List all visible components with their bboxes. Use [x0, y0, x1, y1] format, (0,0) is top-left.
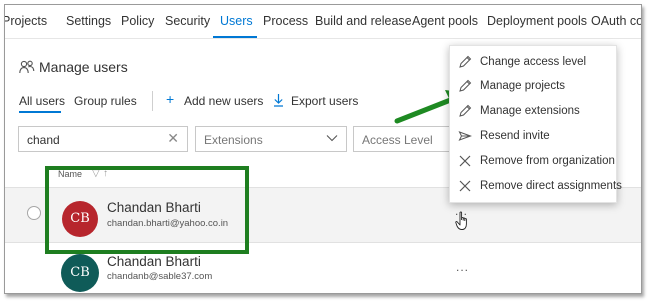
pencil-icon [459, 55, 472, 68]
extensions-placeholder: Extensions [204, 133, 263, 147]
tab-group-rules[interactable]: Group rules [74, 94, 137, 108]
tab-oauth[interactable]: OAuth co [591, 14, 641, 28]
clear-icon[interactable]: ✕ [167, 130, 179, 147]
export-users-label: Export users [291, 94, 359, 108]
active-tab-indicator [213, 36, 257, 38]
menu-item-manage-extensions[interactable]: Manage extensions [450, 100, 616, 124]
highlight-box [45, 166, 249, 254]
add-new-users-label: Add new users [184, 94, 264, 108]
people-icon [19, 60, 35, 74]
user-email: chandanb@sable37.com [107, 271, 213, 282]
menu-item-label: Resend invite [480, 130, 550, 142]
menu-item-remove-direct-assignments[interactable]: Remove direct assignments [450, 175, 622, 199]
close-icon [459, 155, 471, 167]
tab-agent-pools[interactable]: Agent pools [412, 14, 478, 28]
menu-item-label: Change access level [480, 56, 587, 68]
divider [152, 91, 153, 111]
menu-item-label: Manage extensions [480, 105, 580, 117]
row-select-radio[interactable] [27, 206, 41, 220]
access-level-dropdown[interactable]: Access Level [353, 126, 451, 152]
tab-security[interactable]: Security [165, 14, 210, 28]
pencil-icon [459, 79, 472, 92]
plus-icon: + [166, 91, 175, 107]
tab-settings[interactable]: Settings [66, 14, 111, 28]
chevron-down-icon [326, 135, 338, 142]
menu-item-label: Remove from organization [480, 155, 615, 167]
search-value: chand [27, 133, 60, 147]
tab-build-and-release[interactable]: Build and release [315, 14, 412, 28]
app-window: Projects Settings Policy Security Users … [4, 4, 642, 294]
menu-item-label: Manage projects [480, 80, 566, 92]
menu-item-label: Remove direct assignments [480, 180, 622, 192]
active-subtab-indicator [19, 111, 61, 113]
menu-item-remove-from-organization[interactable]: Remove from organization [450, 150, 616, 174]
access-level-placeholder: Access Level [362, 133, 433, 147]
user-name: Chandan Bharti [107, 254, 201, 269]
download-icon [274, 94, 283, 107]
tab-deployment-pools[interactable]: Deployment pools [487, 14, 587, 28]
page-title: Manage users [39, 59, 128, 75]
close-icon [459, 180, 471, 192]
tab-users[interactable]: Users [220, 14, 253, 28]
tab-policy[interactable]: Policy [121, 14, 154, 28]
extensions-dropdown[interactable]: Extensions [195, 126, 347, 152]
top-nav: Projects Settings Policy Security Users … [5, 5, 641, 39]
search-input[interactable]: chand ✕ [18, 126, 188, 152]
pencil-icon [459, 104, 472, 117]
menu-item-change-access-level[interactable]: Change access level [450, 51, 616, 75]
context-menu: Change access level Manage projects Mana… [449, 45, 622, 203]
menu-item-manage-projects[interactable]: Manage projects [450, 75, 616, 99]
send-icon [458, 131, 472, 141]
avatar: CB [61, 254, 99, 292]
menu-item-resend-invite[interactable]: Resend invite [450, 125, 616, 149]
hand-cursor-icon [455, 211, 467, 230]
more-actions-button[interactable]: ... [456, 260, 469, 274]
tab-projects[interactable]: Projects [5, 14, 47, 28]
tab-process[interactable]: Process [263, 14, 308, 28]
tab-all-users[interactable]: All users [19, 94, 65, 108]
